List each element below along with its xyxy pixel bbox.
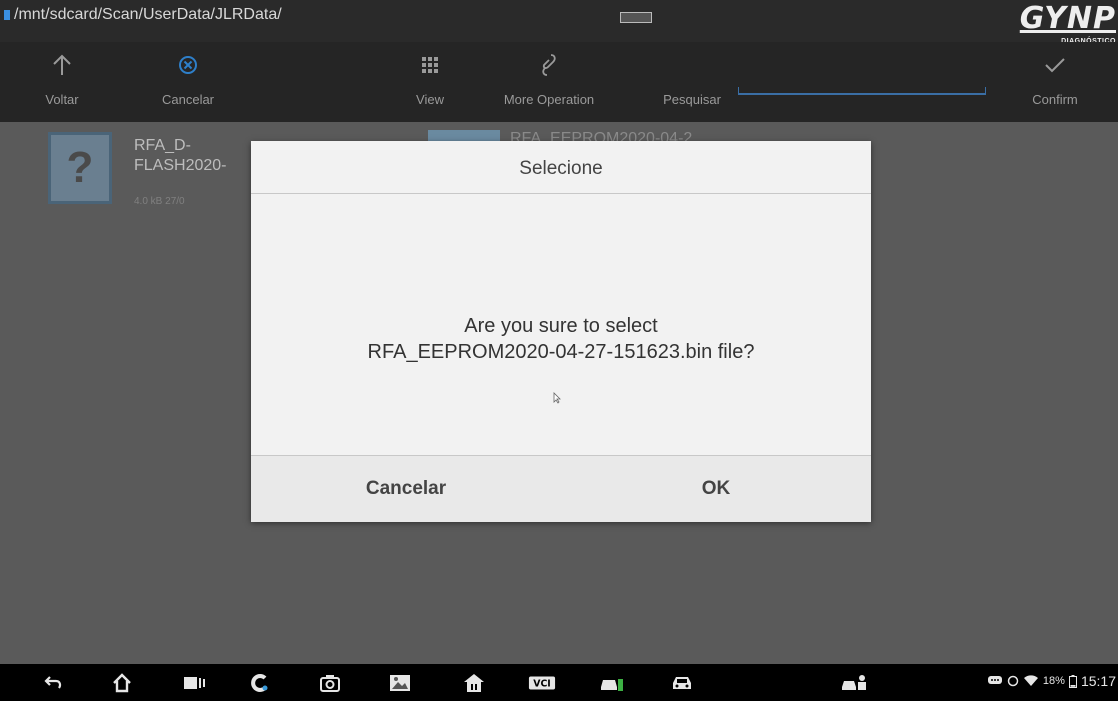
- wifi-icon: [1023, 675, 1038, 686]
- arrow-up-icon: [40, 52, 84, 78]
- search-button[interactable]: Pesquisar: [650, 52, 734, 107]
- back-icon[interactable]: [40, 671, 68, 695]
- back-label: Voltar: [45, 92, 79, 107]
- battery-icon: [1068, 674, 1077, 688]
- mouse-cursor-icon: [553, 391, 561, 404]
- link-icon: [490, 52, 608, 78]
- browser-icon[interactable]: [246, 671, 274, 695]
- back-button[interactable]: Voltar: [40, 52, 84, 107]
- file-meta: 4.0 kB 27/0: [134, 196, 185, 207]
- battery-percent: 18%: [1042, 675, 1065, 687]
- search-label: Pesquisar: [663, 92, 721, 107]
- dialog-message: Are you sure to select RFA_EEPROM2020-04…: [251, 313, 871, 365]
- system-nav-bar: VCI 18% 15:17: [0, 664, 1118, 701]
- grid-icon: [408, 52, 452, 78]
- view-button[interactable]: View: [408, 52, 452, 107]
- car-service-icon[interactable]: [840, 671, 868, 695]
- more-operation-button[interactable]: More Operation: [490, 52, 608, 107]
- logo-brand: GYNP: [1019, 1, 1116, 36]
- clock: 15:17: [1080, 673, 1116, 689]
- cancel-circle-icon: [150, 52, 226, 78]
- dialog-message-line1: Are you sure to select: [464, 315, 658, 337]
- dialog-ok-button[interactable]: OK: [561, 456, 871, 522]
- file-item[interactable]: ? RFA_D-FLASH2020- 4.0 kB 27/0: [48, 132, 227, 207]
- message-icon: [987, 676, 1002, 684]
- check-icon: [1020, 52, 1090, 78]
- search-spacer: [650, 52, 734, 78]
- dialog-button-bar: Cancelar OK: [251, 455, 871, 522]
- more-operation-label: More Operation: [503, 92, 595, 107]
- car-icon[interactable]: [668, 671, 696, 695]
- dialog-title: Selecione: [251, 141, 871, 194]
- camera-icon[interactable]: [316, 671, 344, 695]
- confirm-dialog: Selecione Are you sure to select RFA_EEP…: [251, 141, 871, 522]
- home-icon[interactable]: [108, 671, 136, 695]
- mini-window-icon: [620, 12, 652, 23]
- sync-icon: [1007, 675, 1019, 687]
- svg-text:VCI: VCI: [533, 679, 551, 690]
- toolbar: Voltar Cancelar View More Operation Pesq…: [0, 42, 1118, 122]
- path-text: /mnt/sdcard/Scan/UserData/JLRData/: [14, 6, 282, 23]
- path-indicator-icon: [4, 9, 10, 20]
- dialog-message-line2: RFA_EEPROM2020-04-27-151623.bin file?: [367, 341, 755, 363]
- cancel-toolbar-label: Cancelar: [161, 92, 215, 107]
- path-bar: /mnt/sdcard/Scan/UserData/JLRData/: [0, 0, 1118, 42]
- recent-apps-icon[interactable]: [180, 671, 208, 695]
- garage-home-icon[interactable]: [460, 671, 488, 695]
- status-area: 18% 15:17: [987, 673, 1116, 689]
- screenshot-icon[interactable]: [386, 671, 414, 695]
- dialog-cancel-button[interactable]: Cancelar: [251, 456, 561, 522]
- search-input[interactable]: [738, 87, 986, 95]
- path-label: /mnt/sdcard/Scan/UserData/JLRData/: [4, 6, 282, 24]
- view-label: View: [416, 92, 444, 107]
- confirm-button[interactable]: Confirm: [1020, 52, 1090, 107]
- confirm-label: Confirm: [1032, 92, 1078, 107]
- screen: /mnt/sdcard/Scan/UserData/JLRData/ GYNP …: [0, 0, 1118, 701]
- car-diagnostic-icon[interactable]: [598, 671, 626, 695]
- vci-icon[interactable]: VCI: [528, 671, 556, 695]
- question-file-icon: ?: [48, 132, 112, 204]
- cancel-toolbar-button[interactable]: Cancelar: [150, 52, 226, 107]
